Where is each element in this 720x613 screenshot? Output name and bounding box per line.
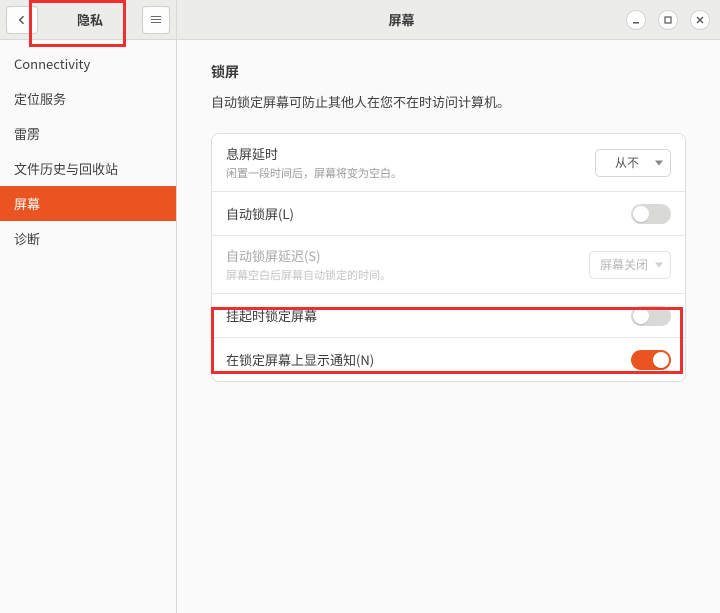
minimize-button[interactable] (626, 10, 646, 30)
sidebar-list: Connectivity 定位服务 雷雳 文件历史与回收站 屏幕 诊断 (0, 46, 176, 256)
row-sub: 闲置一段时间后，屏幕将变为空白。 (226, 165, 585, 181)
sidebar-title: 隐私 (38, 10, 142, 29)
row-text: 息屏延时 闲置一段时间后，屏幕将变为空白。 (226, 144, 585, 181)
notif-lock-switch[interactable] (631, 350, 671, 370)
sidebar-item-label: 定位服务 (14, 89, 66, 108)
sidebar-item-label: 屏幕 (14, 194, 40, 213)
row-text: 在锁定屏幕上显示通知(N) (226, 350, 621, 369)
settings-window: 隐私 ≡ Connectivity 定位服务 雷雳 文件历史与回收站 屏幕 诊断 (0, 0, 720, 613)
sidebar-item-file-history[interactable]: 文件历史与回收站 (0, 151, 176, 186)
row-blank-delay: 息屏延时 闲置一段时间后，屏幕将变为空白。 从不 (212, 134, 685, 191)
row-auto-lock: 自动锁屏(L) (212, 191, 685, 235)
sidebar-item-screen[interactable]: 屏幕 (0, 186, 176, 221)
row-suspend-lock: 挂起时锁定屏幕 (212, 293, 685, 337)
maximize-icon (663, 15, 673, 25)
section-desc: 自动锁定屏幕可防止其他人在您不在时访问计算机。 (211, 92, 686, 111)
sidebar: 隐私 ≡ Connectivity 定位服务 雷雳 文件历史与回收站 屏幕 诊断 (0, 0, 177, 613)
row-text: 挂起时锁定屏幕 (226, 306, 621, 325)
sidebar-item-diagnostics[interactable]: 诊断 (0, 221, 176, 256)
row-label: 息屏延时 (226, 144, 585, 163)
main-header: 屏幕 (177, 0, 720, 40)
auto-lock-switch[interactable] (631, 204, 671, 224)
blank-delay-combo[interactable]: 从不 (595, 149, 671, 177)
sidebar-item-thunderbolt[interactable]: 雷雳 (0, 116, 176, 151)
suspend-lock-switch[interactable] (631, 306, 671, 326)
row-label: 自动锁屏(L) (226, 204, 621, 223)
row-label: 在锁定屏幕上显示通知(N) (226, 350, 621, 369)
sidebar-item-location[interactable]: 定位服务 (0, 81, 176, 116)
section-title: 锁屏 (211, 62, 686, 82)
switch-knob (633, 206, 649, 222)
page-title: 屏幕 (177, 10, 626, 29)
menu-icon: ≡ (149, 10, 163, 30)
close-button[interactable] (690, 10, 710, 30)
maximize-button[interactable] (658, 10, 678, 30)
sidebar-item-label: Connectivity (14, 54, 90, 73)
sidebar-item-label: 诊断 (14, 229, 40, 248)
sidebar-item-label: 雷雳 (14, 124, 40, 143)
row-text: 自动锁屏延迟(S) 屏幕空白后屏幕自动锁定的时间。 (226, 246, 579, 283)
row-lock-delay: 自动锁屏延迟(S) 屏幕空白后屏幕自动锁定的时间。 屏幕关闭 (212, 235, 685, 293)
back-button[interactable] (6, 6, 38, 34)
hamburger-button[interactable]: ≡ (142, 6, 170, 34)
lock-delay-combo: 屏幕关闭 (589, 251, 671, 279)
chevron-left-icon (16, 14, 28, 26)
row-label: 自动锁屏延迟(S) (226, 246, 579, 265)
combo-value: 屏幕关闭 (600, 256, 648, 273)
settings-group: 息屏延时 闲置一段时间后，屏幕将变为空白。 从不 自动锁屏(L) (211, 133, 686, 382)
sidebar-item-connectivity[interactable]: Connectivity (0, 46, 176, 81)
sidebar-item-label: 文件历史与回收站 (14, 159, 118, 178)
switch-knob (633, 308, 649, 324)
row-text: 自动锁屏(L) (226, 204, 621, 223)
combo-value: 从不 (615, 154, 639, 171)
minimize-icon (631, 15, 641, 25)
row-sub: 屏幕空白后屏幕自动锁定的时间。 (226, 267, 579, 283)
content-area: 锁屏 自动锁定屏幕可防止其他人在您不在时访问计算机。 息屏延时 闲置一段时间后，… (177, 40, 720, 392)
row-notif-lock: 在锁定屏幕上显示通知(N) (212, 337, 685, 381)
window-controls (626, 10, 720, 30)
switch-knob (653, 352, 669, 368)
sidebar-header: 隐私 ≡ (0, 0, 176, 40)
close-icon (695, 15, 705, 25)
main-pane: 屏幕 锁屏 自动锁定屏幕可防止其他人在您不在时访问计算机。 息屏延时 (177, 0, 720, 613)
row-label: 挂起时锁定屏幕 (226, 306, 621, 325)
